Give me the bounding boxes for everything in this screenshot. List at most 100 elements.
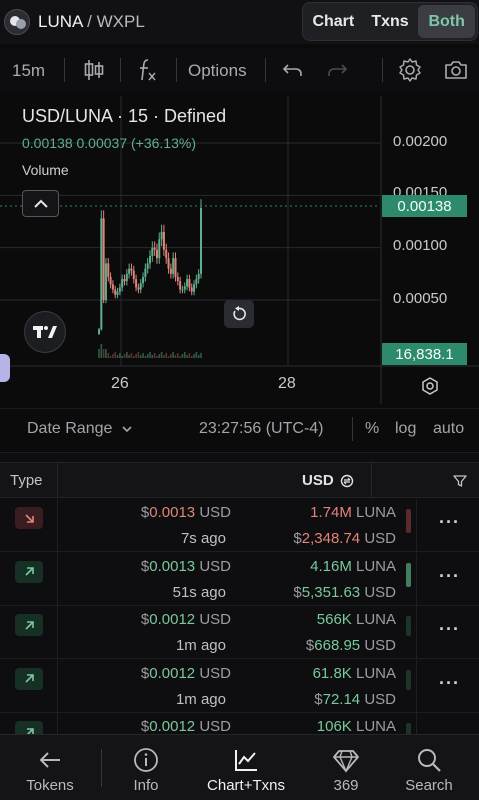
function-icon[interactable]: [134, 56, 162, 84]
candle-body: [125, 273, 128, 282]
volume-bar: [177, 353, 179, 358]
volume-bar: [151, 355, 154, 358]
txn-time-ago: 51s ago: [172, 583, 226, 601]
volume-bar: [167, 356, 170, 358]
percent-scale-toggle[interactable]: %: [365, 420, 379, 438]
view-tab-chart[interactable]: Chart: [305, 5, 362, 38]
volume-bar: [123, 354, 126, 358]
amount-suffix: M: [339, 557, 352, 575]
nav-info[interactable]: Info: [114, 735, 178, 800]
candle-body: [153, 247, 156, 250]
price-value: 0.0013: [149, 504, 196, 521]
transaction-row[interactable]: $0.0013 USD 7s ago 1.74M LUNA $2,348.74 USD…: [0, 499, 479, 552]
options-button[interactable]: Options: [188, 61, 247, 81]
reset-icon: [233, 306, 246, 321]
volume-bar: [142, 353, 144, 358]
value-unit: USD: [364, 690, 396, 708]
volume-bar: [172, 352, 174, 358]
candle-body: [190, 287, 193, 292]
x-tick-label: 28: [278, 375, 296, 392]
more-options-button[interactable]: ···: [439, 619, 460, 640]
swap-currency-icon[interactable]: [340, 474, 354, 488]
candle-body: [135, 279, 138, 288]
redo-icon[interactable]: [323, 56, 351, 84]
candle-body: [123, 279, 126, 282]
nav-chart-txns[interactable]: Chart+Txns: [200, 735, 292, 800]
price-chart[interactable]: USD/LUNA · 15 · Defined 0.00138 0.00037 …: [0, 96, 479, 404]
candle-body: [104, 263, 107, 300]
tradingview-logo[interactable]: [24, 311, 66, 353]
column-divider: [57, 552, 58, 606]
volume-bar: [193, 354, 195, 358]
more-options-button[interactable]: ···: [439, 566, 460, 587]
transaction-row[interactable]: $0.0012 USD 1m ago 61.8K LUNA $72.14 USD ···: [0, 659, 479, 713]
txn-price: $0.0012 USD: [141, 611, 231, 628]
arrow-up-right-icon: [24, 674, 34, 683]
candle-body: [197, 273, 200, 280]
nav-369[interactable]: 369: [318, 735, 374, 800]
volume-bar: [137, 352, 140, 358]
column-header-type[interactable]: Type: [10, 472, 43, 489]
candle-body: [174, 258, 177, 277]
candle-body: [149, 256, 151, 264]
amount-suffix: K: [341, 611, 352, 628]
candle-body: [195, 279, 198, 285]
log-scale-toggle[interactable]: log: [395, 420, 416, 438]
token-avatar-icon: [6, 11, 29, 34]
amount-suffix: M: [339, 504, 352, 521]
interval-button[interactable]: 15m: [12, 61, 45, 81]
txn-value: $2,348.74 USD: [293, 530, 396, 547]
nav-label: Info: [133, 777, 159, 794]
reset-chart-button[interactable]: [224, 300, 254, 328]
candle-body: [167, 258, 170, 269]
chart-range-bar: Date Range 23:27:56 (UTC-4) % log auto: [0, 408, 479, 448]
candle-body: [176, 276, 179, 282]
nav-label: 369: [333, 777, 359, 794]
more-options-button[interactable]: ···: [439, 673, 460, 694]
panel-resize-handle[interactable]: [0, 354, 10, 382]
filter-icon[interactable]: [453, 474, 467, 488]
gear-icon[interactable]: [396, 56, 424, 84]
arrow-up-right-icon: [24, 620, 34, 630]
date-range-dropdown[interactable]: Date Range: [27, 420, 133, 438]
pair-separator: /: [87, 12, 92, 31]
candle-body: [137, 287, 140, 290]
token-logo[interactable]: [4, 9, 30, 35]
undo-icon[interactable]: [279, 56, 307, 84]
axis-settings-icon[interactable]: [419, 375, 441, 397]
timezone-clock[interactable]: 23:27:56 (UTC-4): [199, 420, 324, 438]
candlestick-icon[interactable]: [80, 56, 108, 84]
amount-value: 566: [316, 611, 342, 628]
amount-suffix: K: [341, 718, 352, 735]
price-change-abs: 0.00037: [76, 135, 128, 151]
volume-bars: [98, 344, 202, 358]
nav-tokens[interactable]: Tokens: [14, 735, 86, 800]
chart-symbol-line: USD/LUNA · 15 · Defined: [22, 106, 227, 126]
column-divider: [57, 499, 58, 552]
txn-amount: 4.16M LUNA: [310, 558, 396, 575]
transaction-row[interactable]: $0.0013 USD 51s ago 4.16M LUNA $5,351.63 US…: [0, 552, 479, 606]
value-amount: 5,351.63: [301, 583, 361, 601]
view-tab-both[interactable]: Both: [418, 5, 476, 38]
amount-unit: LUNA: [355, 611, 396, 628]
column-header-usd[interactable]: USD: [302, 472, 334, 489]
candle-body: [146, 263, 149, 269]
last-price-value: 0.00138: [22, 135, 73, 151]
nav-search[interactable]: Search: [396, 735, 462, 800]
last-volume-badge: 16,838.1: [382, 343, 467, 365]
more-options-button[interactable]: ···: [439, 512, 460, 533]
candle-body: [188, 279, 191, 288]
value-currency: $: [293, 530, 302, 547]
camera-icon[interactable]: [442, 56, 470, 84]
chevron-down-icon: [122, 426, 132, 433]
auto-scale-toggle[interactable]: auto: [433, 420, 464, 438]
value-amount: 668.95: [314, 637, 361, 654]
collapse-legend-button[interactable]: [22, 190, 59, 217]
base-token-symbol: LUNA: [38, 12, 83, 31]
arrow-left-icon: [39, 752, 60, 768]
view-tab-txns[interactable]: Txns: [362, 5, 419, 38]
txn-size-bar: [406, 669, 411, 690]
buy-badge: [15, 667, 43, 690]
toolbar-divider: [120, 58, 121, 82]
transaction-row[interactable]: $0.0012 USD 1m ago 566K LUNA $668.95 USD ···: [0, 606, 479, 659]
